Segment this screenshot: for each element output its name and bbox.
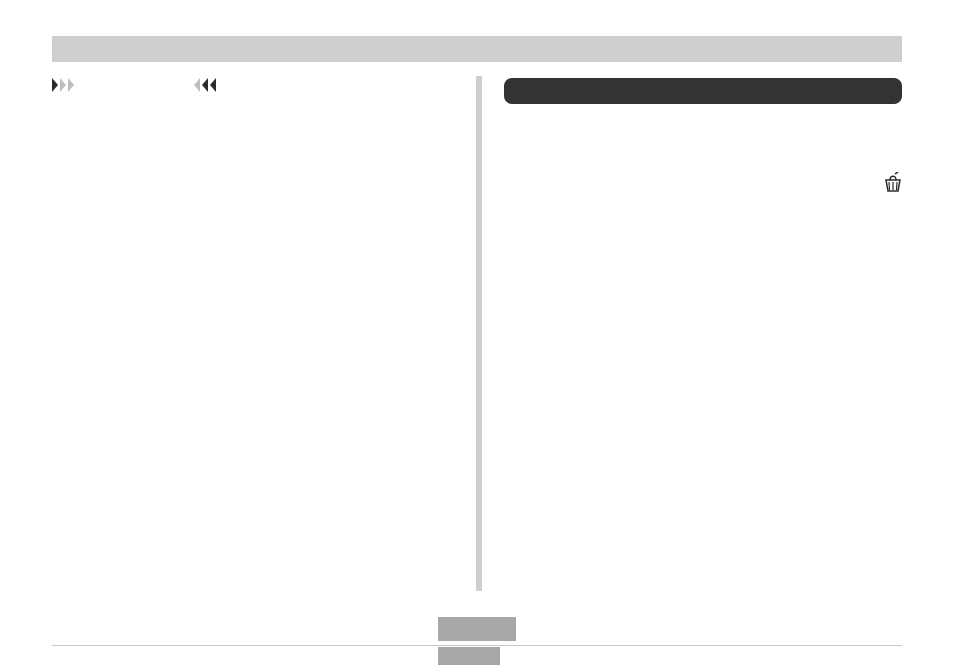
left-column: [52, 76, 476, 646]
page-container: [0, 0, 954, 646]
header-bar: [52, 36, 902, 62]
section-header-pill: [504, 78, 902, 104]
footer-block-top: [438, 617, 516, 641]
content-columns: [52, 76, 902, 646]
nav-icon-row: [52, 78, 456, 92]
footer-page-marker: [438, 617, 516, 665]
footer-block-bottom: [438, 647, 500, 665]
basket-icon[interactable]: [884, 172, 902, 198]
right-column: [482, 76, 902, 646]
forward-arrows-icon[interactable]: [52, 78, 74, 92]
back-arrows-icon[interactable]: [194, 78, 216, 92]
